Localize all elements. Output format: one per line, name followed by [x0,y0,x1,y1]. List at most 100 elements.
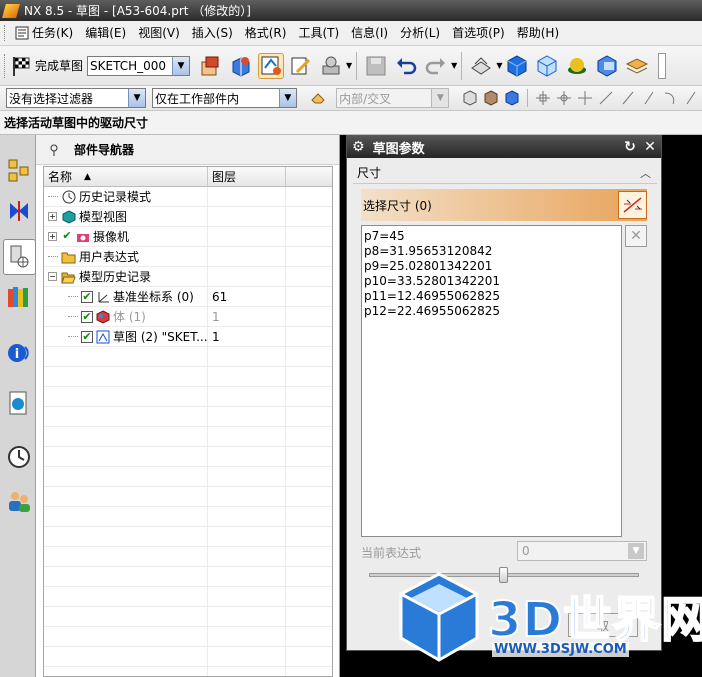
tree-empty-row [44,387,332,407]
finish-sketch-button[interactable]: 完成草图 [10,55,83,77]
dimension-list-item[interactable]: p8=31.95653120842 [364,244,619,259]
menu-info[interactable]: 信息(I) [345,23,394,43]
shaded-view-button[interactable] [504,53,530,79]
select-dimension-button[interactable] [618,191,647,219]
view-orient-button[interactable] [468,53,494,79]
eraser-icon [310,93,325,104]
arc-icon [665,92,675,105]
column-header-name[interactable]: 名称 ▲ [44,167,208,186]
pin-icon[interactable] [48,144,60,156]
reset-icon[interactable]: ↻ [621,138,639,156]
filter-reset-button[interactable] [309,89,326,107]
sketch-name-select[interactable]: SKETCH_000 ▼ [87,55,191,76]
constraint-navigator-tab[interactable] [5,195,32,227]
tree-row[interactable]: 用户表达式 [44,247,332,267]
reuse-library-tab[interactable] [5,281,32,313]
snap-midpoint-button[interactable] [555,89,572,107]
tree-empty-cell [208,567,286,586]
tree-row[interactable]: ✔ 体 (1) 1 [44,307,332,327]
dropdown-arrow[interactable]: ▼ [346,61,352,70]
snap-arc-button[interactable] [662,89,679,107]
tree-row[interactable]: + 模型视图 [44,207,332,227]
web-browser-tab[interactable]: i [5,337,32,369]
menu-task[interactable]: 任务(K) [9,23,79,43]
snap-more-button[interactable] [683,89,700,107]
expression-menu-icon[interactable]: ▼ [628,543,644,559]
checkbox-checked-icon[interactable]: ✔ [81,330,93,343]
tree-row-layer [208,267,286,286]
expand-plus-icon[interactable]: + [48,232,57,241]
select-face-button[interactable] [504,89,521,107]
dropdown-arrow[interactable]: ▼ [496,61,502,70]
expand-plus-icon[interactable]: + [48,212,57,221]
collapse-up-icon[interactable]: ︿ [640,165,651,181]
sketch-settings-button[interactable] [258,52,285,79]
remove-button[interactable]: ✕ [625,225,647,247]
tree-rows: 历史记录模式 + 模型视图 + ✔ 摄像机 用户表达式 − 模型历史记录 ✔ 基准坐标系 (0) 61… [44,187,332,676]
tree-empty-cell [44,447,208,466]
tree-row[interactable]: 历史记录模式 [44,187,332,207]
tree-empty-row [44,487,332,507]
tree-row[interactable]: + ✔ 摄像机 [44,227,332,247]
menu-format[interactable]: 格式(R) [239,23,293,43]
menu-tools[interactable]: 工具(T) [292,23,345,43]
roles-tab[interactable] [5,485,32,517]
undo-button[interactable] [393,53,419,79]
collapse-minus-icon[interactable]: − [48,272,57,281]
toolbar-grip [4,53,7,78]
snap-control-button[interactable] [577,89,594,107]
tree-row-name-cell: 历史记录模式 [44,187,208,206]
menu-view[interactable]: 视图(V) [132,23,186,43]
assembly-navigator-tab[interactable] [5,155,32,187]
select-feature-button[interactable] [461,89,478,107]
reattach-button[interactable] [228,53,254,79]
history-palette-tab[interactable] [5,387,32,419]
toolbar-overflow[interactable] [658,52,667,79]
type-filter-select[interactable]: 没有选择过滤器 ▼ [6,88,147,108]
tree-row[interactable]: − 模型历史记录 [44,267,332,287]
layer-button[interactable] [624,53,650,79]
scope-filter-select[interactable]: 仅在工作部件内 ▼ [152,88,297,108]
checkbox-checked-icon[interactable]: ✔ [61,230,73,243]
menu-analysis[interactable]: 分析(L) [394,23,446,43]
dimension-list[interactable]: p7=45 p8=31.95653120842 p9=25.02801342201 p… [361,225,622,537]
close-icon[interactable]: ✕ [641,138,659,156]
part-navigator-tab[interactable] [3,239,36,275]
edit-sketch-button[interactable] [288,53,314,79]
system-materials-tab[interactable] [5,441,32,473]
current-expression-field[interactable]: 0 ▼ [517,541,647,561]
snap-line2-button[interactable] [619,89,636,107]
dimensions-group-header[interactable]: 尺寸 ︿ [353,162,657,184]
dimension-list-item[interactable]: p7=45 [364,229,619,244]
menu-edit[interactable]: 编辑(E) [79,23,132,43]
update-model-button[interactable] [318,53,344,79]
select-body-button[interactable] [483,89,500,107]
dropdown-arrow[interactable]: ▼ [451,61,457,70]
checkbox-checked-icon[interactable]: ✔ [81,290,93,303]
dimension-list-item[interactable]: p10=33.52801342201 [364,274,619,289]
dimension-list-item[interactable]: p9=25.02801342201 [364,259,619,274]
menu-help[interactable]: 帮助(H) [511,23,565,43]
snap-line3-button[interactable] [640,89,657,107]
save-button[interactable] [363,53,389,79]
section-view-button[interactable] [594,53,620,79]
studio-view-button[interactable] [564,53,590,79]
dimension-list-item[interactable]: p12=22.46955062825 [364,304,619,319]
redo-button[interactable] [423,53,449,79]
select-dimension-row[interactable]: 选择尺寸 (0) [361,189,647,221]
intersect-filter-select[interactable]: 内部/交叉 ▼ [336,88,450,108]
tree-row[interactable]: ✔ 草图 (2) "SKET... 1 [44,327,332,347]
column-header-layer[interactable]: 图层 [208,167,286,186]
menu-insert[interactable]: 插入(S) [186,23,239,43]
wireframe-view-button[interactable] [534,53,560,79]
snap-line-button[interactable] [598,89,615,107]
part-navigator-header: 部件导航器 [36,135,339,165]
snap-endpoint-button[interactable] [534,89,551,107]
tree-row[interactable]: ✔ 基准坐标系 (0) 61 [44,287,332,307]
tree-empty-cell [44,347,208,366]
dimension-list-item[interactable]: p11=12.46955062825 [364,289,619,304]
checkbox-checked-icon[interactable]: ✔ [81,310,93,323]
gear-icon[interactable]: ⚙ [352,139,365,155]
menu-preferences[interactable]: 首选项(P) [446,23,511,43]
sketch-orient-button[interactable] [198,53,224,79]
